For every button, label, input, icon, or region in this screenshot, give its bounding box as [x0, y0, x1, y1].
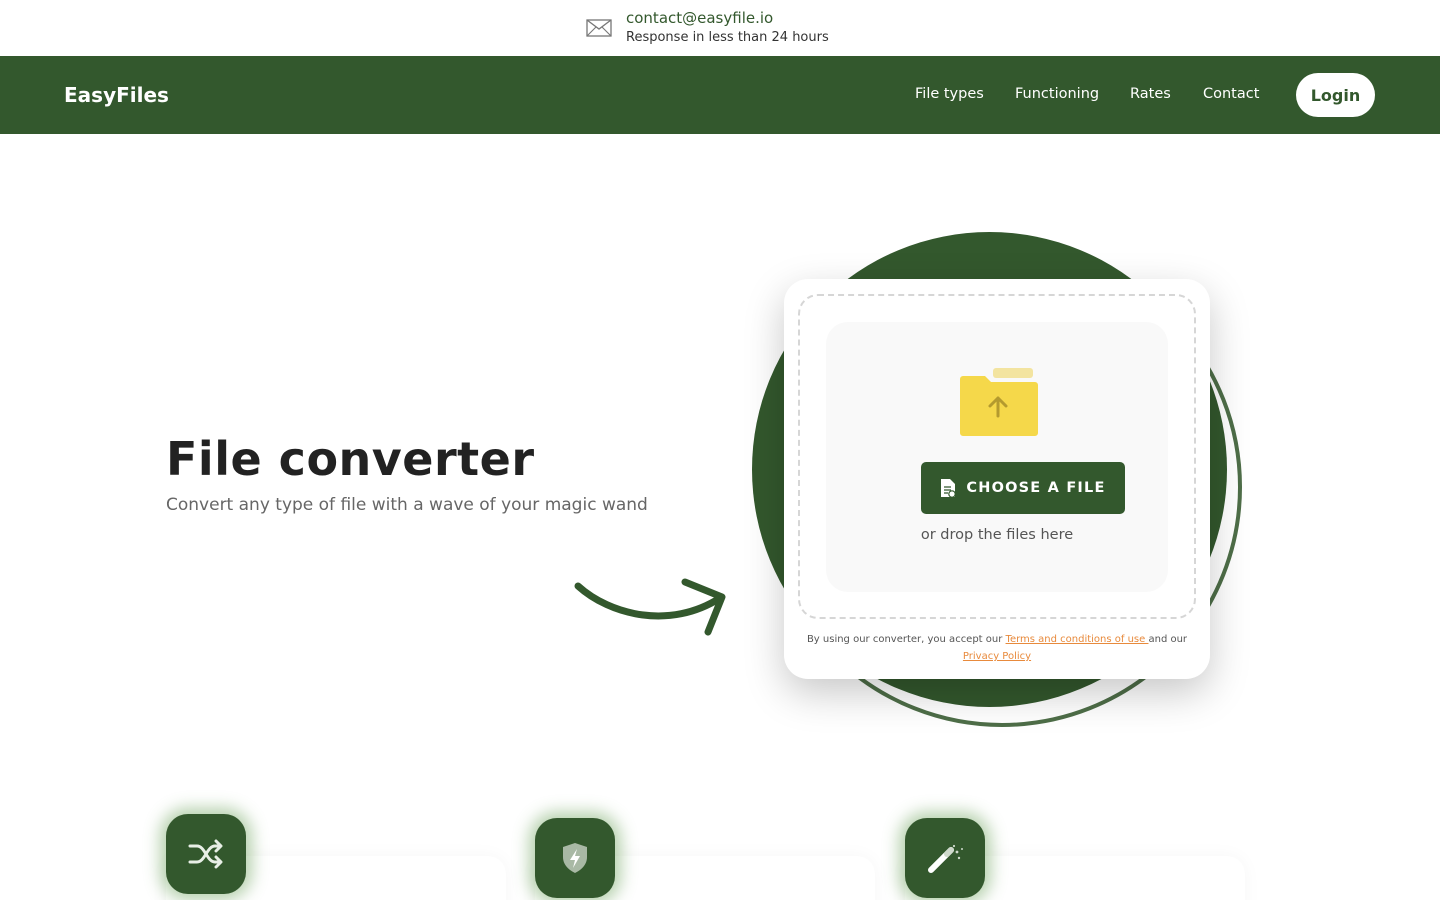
privacy-policy-link[interactable]: Privacy Policy [963, 651, 1031, 662]
page-subtitle: Convert any type of file with a wave of … [166, 495, 648, 515]
drop-hint: or drop the files here [920, 527, 1074, 543]
shield-bolt-icon [563, 843, 587, 873]
shuffle-icon-tile [166, 814, 246, 894]
shuffle-icon [188, 839, 223, 869]
terms-link[interactable]: Terms and conditions of use [1006, 634, 1149, 645]
main-navbar: EasyFiles File types Functioning Rates C… [0, 56, 1440, 134]
shield-icon-tile [535, 818, 615, 898]
wand-icon-tile [905, 818, 985, 898]
legal-mid: and our [1148, 634, 1188, 645]
nav-link-file-types[interactable]: File types [915, 86, 984, 102]
legal-prefix: By using our converter, you accept our [806, 634, 1006, 645]
nav-link-rates[interactable]: Rates [1130, 86, 1171, 102]
choose-file-button[interactable]: CHOOSE A FILE [921, 462, 1125, 514]
file-dropzone[interactable]: CHOOSE A FILE or drop the files here [798, 294, 1196, 619]
response-time-note: Response in less than 24 hours [626, 30, 829, 45]
brand-logo[interactable]: EasyFiles [64, 83, 169, 107]
legal-notice: By using our converter, you accept our T… [798, 631, 1196, 665]
choose-file-label: CHOOSE A FILE [966, 480, 1106, 496]
nav-link-contact[interactable]: Contact [1203, 86, 1259, 102]
mail-icon [586, 19, 612, 37]
document-icon [941, 479, 957, 498]
page-title: File converter [166, 432, 535, 486]
folder-upload-icon [960, 368, 1038, 436]
upload-card: CHOOSE A FILE or drop the files here By … [784, 279, 1210, 679]
contact-bar: contact@easyfile.io Response in less tha… [0, 0, 1440, 56]
curved-arrow-icon [574, 578, 726, 636]
dropzone-inner: CHOOSE A FILE or drop the files here [826, 322, 1168, 592]
login-button[interactable]: Login [1296, 73, 1375, 117]
contact-email[interactable]: contact@easyfile.io [626, 9, 773, 27]
magic-wand-icon [928, 844, 963, 873]
nav-link-functioning[interactable]: Functioning [1015, 86, 1099, 102]
